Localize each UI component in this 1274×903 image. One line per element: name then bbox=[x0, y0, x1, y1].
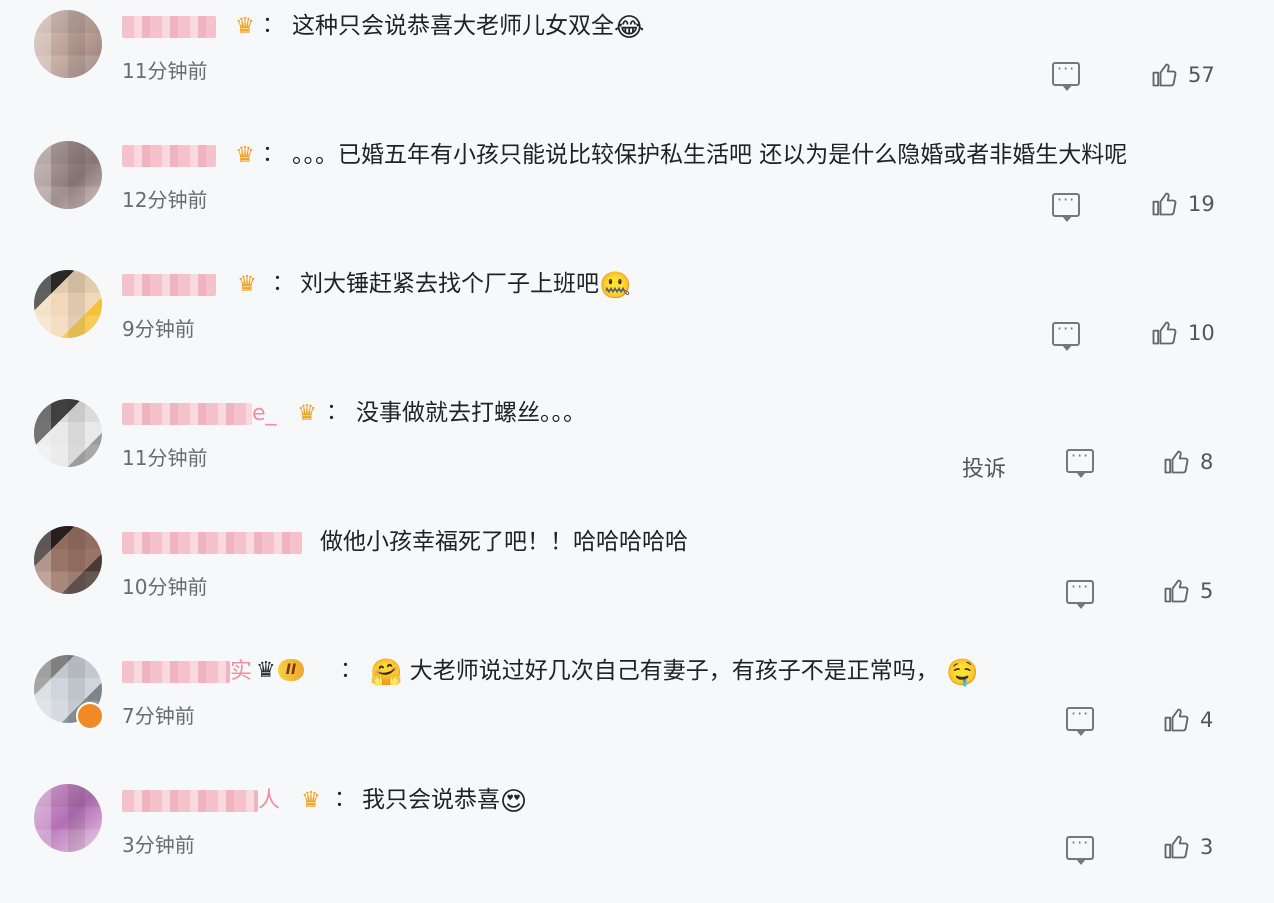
avatar[interactable] bbox=[34, 270, 102, 338]
timestamp: 9分钟前 bbox=[122, 317, 195, 341]
laughing-emoji: 😂 bbox=[614, 13, 645, 43]
like-button[interactable]: 57 bbox=[1150, 60, 1215, 90]
colon: ： bbox=[340, 658, 363, 683]
like-count: 5 bbox=[1200, 579, 1214, 603]
reply-icon[interactable] bbox=[1052, 190, 1080, 222]
comment-item: 人 ♛ ： 我只会说恭喜😍 3分钟前 3 bbox=[0, 774, 1274, 903]
comment-text: 做他小孩幸福死了吧！！哈哈哈哈哈 bbox=[320, 529, 688, 555]
colon: ： bbox=[262, 13, 285, 38]
like-count: 10 bbox=[1188, 321, 1215, 345]
like-button[interactable]: 5 bbox=[1162, 576, 1213, 606]
like-count: 57 bbox=[1188, 63, 1215, 87]
comment-text: 🤗 大老师说过好几次自己有妻子，有孩子不是正常吗， 🤤 bbox=[370, 655, 978, 689]
like-count: 4 bbox=[1200, 708, 1214, 732]
comment-item: ♛ ： 刘大锤赶紧去找个厂子上班吧🤐 9分钟前 10 bbox=[0, 258, 1274, 387]
timestamp: 11分钟前 bbox=[122, 446, 208, 470]
comment-item: ♛ ： 这种只会说恭喜大老师儿女双全😂 11分钟前 57 bbox=[0, 0, 1274, 129]
avatar[interactable] bbox=[34, 399, 102, 467]
thumbs-up-icon bbox=[1152, 192, 1177, 216]
username-suffix: 人 bbox=[258, 788, 281, 813]
reply-icon[interactable] bbox=[1066, 833, 1094, 865]
colon: ： bbox=[262, 142, 285, 167]
comment-text-body: 刘大锤赶紧去找个厂子上班吧 bbox=[300, 271, 599, 297]
comment-text: 没事做就去打螺丝。。。 bbox=[356, 400, 586, 426]
timestamp: 11分钟前 bbox=[122, 59, 208, 83]
drooling-emoji: 🤤 bbox=[946, 658, 979, 688]
like-count: 19 bbox=[1188, 192, 1215, 216]
hugging-emoji: 🤗 bbox=[370, 658, 403, 688]
zipper-mouth-emoji: 🤐 bbox=[599, 271, 632, 301]
thumbs-up-icon bbox=[1164, 835, 1189, 859]
thumbs-up-icon bbox=[1152, 321, 1177, 345]
username[interactable]: e_ bbox=[122, 401, 277, 427]
crown-icon: ♛ bbox=[237, 271, 257, 297]
reply-icon[interactable] bbox=[1066, 704, 1094, 736]
reply-icon[interactable] bbox=[1066, 577, 1094, 609]
like-button[interactable]: 4 bbox=[1162, 705, 1213, 735]
like-count: 3 bbox=[1200, 835, 1214, 859]
comment-text: 这种只会说恭喜大老师儿女双全😂 bbox=[292, 10, 644, 44]
colon: ： bbox=[326, 400, 349, 425]
username[interactable]: 人 bbox=[122, 788, 280, 814]
timestamp: 3分钟前 bbox=[122, 833, 195, 857]
like-button[interactable]: 10 bbox=[1150, 318, 1215, 348]
level-label: II bbox=[277, 659, 305, 681]
reply-icon[interactable] bbox=[1052, 319, 1080, 351]
comment-text-body: 我只会说恭喜 bbox=[362, 787, 500, 813]
level-badge: ♛ II bbox=[256, 655, 332, 685]
thumbs-up-icon bbox=[1164, 708, 1189, 732]
like-count: 8 bbox=[1200, 450, 1214, 474]
username[interactable] bbox=[122, 530, 302, 556]
timestamp: 7分钟前 bbox=[122, 704, 195, 728]
reply-icon[interactable] bbox=[1066, 446, 1094, 478]
avatar[interactable] bbox=[34, 526, 102, 594]
comment-item: 实 ♛ II ： 🤗 大老师说过好几次自己有妻子，有孩子不是正常吗， 🤤 7分钟… bbox=[0, 645, 1274, 774]
username[interactable] bbox=[122, 272, 216, 298]
report-button[interactable]: 投诉 bbox=[962, 451, 1006, 483]
avatar[interactable] bbox=[34, 784, 102, 852]
comment-text-body: 这种只会说恭喜大老师儿女双全 bbox=[292, 13, 614, 39]
like-button[interactable]: 3 bbox=[1162, 832, 1213, 862]
crown-icon: ♛ bbox=[256, 657, 276, 683]
comment-text-body: 大老师说过好几次自己有妻子，有孩子不是正常吗， bbox=[409, 658, 939, 684]
username[interactable] bbox=[122, 143, 216, 169]
username[interactable]: 实 bbox=[122, 659, 252, 685]
comment-text: 。。。已婚五年有小孩只能说比较保护私生活吧 还以为是什么隐婚或者非婚生大料呢 bbox=[292, 142, 1128, 168]
timestamp: 12分钟前 bbox=[122, 188, 208, 212]
comment-item: e_ ♛ ： 没事做就去打螺丝。。。 11分钟前 投诉 8 bbox=[0, 387, 1274, 516]
crown-icon: ♛ bbox=[301, 787, 321, 813]
crown-icon: ♛ bbox=[235, 13, 255, 39]
reply-icon[interactable] bbox=[1052, 59, 1080, 91]
username-suffix: e_ bbox=[252, 401, 277, 426]
avatar-badge bbox=[76, 702, 104, 730]
like-button[interactable]: 19 bbox=[1150, 189, 1215, 219]
username-suffix: 实 bbox=[230, 659, 253, 684]
username[interactable] bbox=[122, 14, 216, 40]
comment-item: ♛ ： 。。。已婚五年有小孩只能说比较保护私生活吧 还以为是什么隐婚或者非婚生大… bbox=[0, 129, 1274, 258]
avatar[interactable] bbox=[34, 141, 102, 209]
avatar[interactable] bbox=[34, 10, 102, 78]
like-button[interactable]: 8 bbox=[1162, 447, 1213, 477]
timestamp: 10分钟前 bbox=[122, 575, 208, 599]
colon: ： bbox=[334, 787, 357, 812]
heart-eyes-emoji: 😍 bbox=[500, 787, 528, 817]
comment-text: 刘大锤赶紧去找个厂子上班吧🤐 bbox=[300, 268, 631, 302]
crown-icon: ♛ bbox=[235, 142, 255, 168]
comment-item: 做他小孩幸福死了吧！！哈哈哈哈哈 10分钟前 5 bbox=[0, 516, 1274, 645]
thumbs-up-icon bbox=[1164, 579, 1189, 603]
crown-icon: ♛ bbox=[297, 400, 317, 426]
thumbs-up-icon bbox=[1152, 63, 1177, 87]
comment-text: 我只会说恭喜😍 bbox=[362, 784, 527, 818]
thumbs-up-icon bbox=[1164, 450, 1189, 474]
colon: ： bbox=[272, 271, 295, 296]
